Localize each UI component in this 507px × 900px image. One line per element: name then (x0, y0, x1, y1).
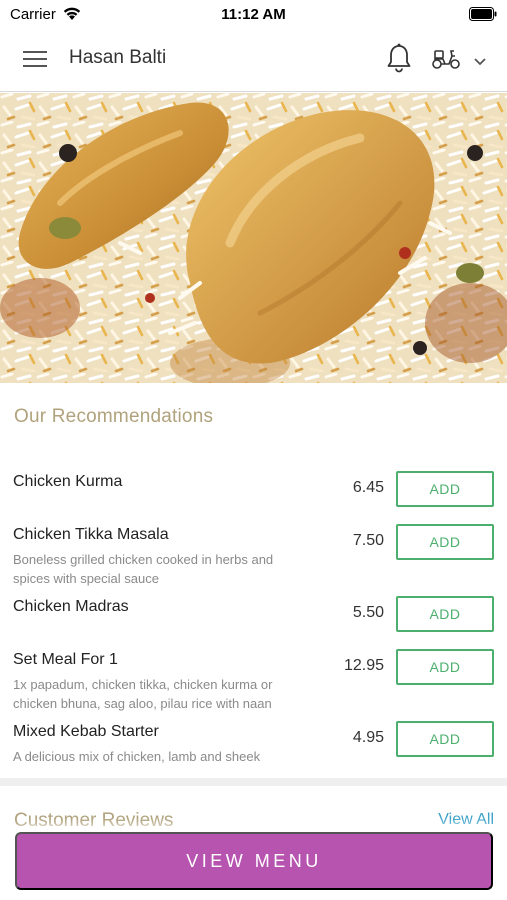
item-description: A delicious mix of chicken, lamb and she… (13, 749, 261, 764)
item-description: 1x papadum, chicken tikka, chicken kurma… (13, 677, 273, 711)
item-name: Chicken Kurma (13, 473, 123, 490)
recommendations-title: Our Recommendations (14, 406, 214, 427)
item-price: 12.95 (343, 657, 384, 674)
item-price: 6.45 (352, 479, 384, 496)
bell-icon[interactable] (386, 43, 412, 78)
battery-icon (469, 7, 497, 26)
hero-food-image (0, 93, 507, 383)
view-all-reviews-link[interactable]: View All (438, 811, 494, 829)
add-button[interactable]: ADD (396, 596, 494, 632)
section-divider (0, 778, 507, 786)
restaurant-name: Hasan Balti (69, 47, 167, 68)
add-button[interactable]: ADD (396, 471, 494, 507)
item-price: 4.95 (352, 729, 384, 746)
item-description: Boneless grilled chicken cooked in herbs… (13, 552, 274, 586)
reviews-title: Customer Reviews (14, 810, 174, 831)
item-name: Set Meal For 1 (13, 651, 118, 668)
status-time: 11:12 AM (221, 6, 286, 23)
add-button[interactable]: ADD (396, 649, 494, 685)
item-name: Mixed Kebab Starter (13, 723, 159, 740)
item-name: Chicken Tikka Masala (13, 526, 169, 543)
item-price: 5.50 (352, 604, 384, 621)
view-menu-button[interactable]: VIEW MENU (15, 832, 493, 890)
menu-icon[interactable] (22, 48, 48, 70)
app-header: Hasan Balti (0, 28, 507, 92)
scooter-icon[interactable] (431, 48, 461, 75)
item-price: 7.50 (352, 532, 384, 549)
status-bar: Carrier 11:12 AM (0, 0, 507, 28)
add-button[interactable]: ADD (396, 721, 494, 757)
chevron-down-icon[interactable] (473, 54, 487, 72)
add-button[interactable]: ADD (396, 524, 494, 560)
item-name: Chicken Madras (13, 598, 129, 615)
